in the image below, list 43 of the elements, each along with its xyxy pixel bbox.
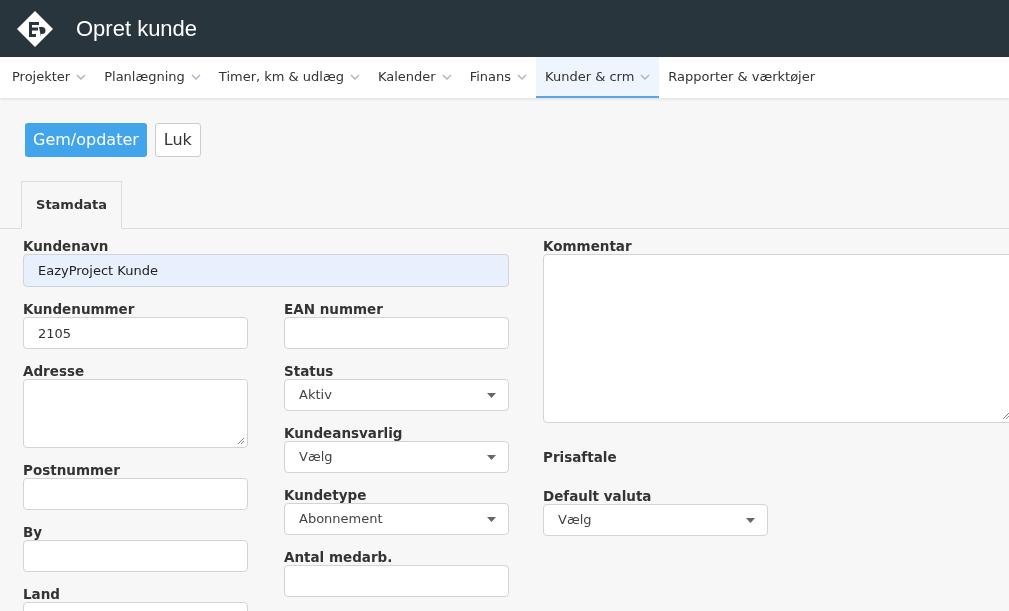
close-button[interactable]: Luk bbox=[154, 123, 201, 157]
nav-menu-item[interactable]: Kalender bbox=[369, 57, 461, 98]
text-field[interactable]: 2105 bbox=[23, 317, 248, 349]
caret-icon bbox=[487, 516, 496, 522]
nav-menu-item[interactable]: Projekter bbox=[3, 57, 96, 98]
text-area[interactable] bbox=[543, 254, 1009, 423]
text-area[interactable] bbox=[23, 379, 248, 448]
nav-menu-item[interactable]: Rapporter & værktøjer bbox=[659, 57, 825, 98]
field-label: Default valuta bbox=[543, 487, 653, 505]
field-label: Land bbox=[23, 585, 61, 603]
field-label: Kundenummer bbox=[23, 300, 136, 318]
nav-menu-item[interactable]: Kunder & crm bbox=[536, 57, 660, 98]
nav-menu-item[interactable]: Planlægning bbox=[95, 57, 210, 98]
select-dropdown[interactable]: Abonnement bbox=[284, 503, 509, 535]
text-field[interactable] bbox=[23, 540, 248, 572]
logo-icon bbox=[16, 9, 54, 48]
field-label: Kundeansvarlig bbox=[284, 424, 404, 442]
field-label: Prisaftale bbox=[543, 448, 618, 466]
caret-icon bbox=[487, 454, 496, 460]
resize-grip-icon bbox=[1002, 412, 1009, 420]
field-label: Kommentar bbox=[543, 237, 633, 255]
tab[interactable]: Stamdata bbox=[21, 181, 122, 229]
caret-icon bbox=[487, 392, 496, 398]
nav-menu-item[interactable]: Finans bbox=[460, 57, 537, 98]
select-dropdown[interactable]: Vælg bbox=[543, 504, 768, 536]
field-label: EAN nummer bbox=[284, 300, 384, 318]
field-label: Adresse bbox=[23, 362, 86, 380]
select-dropdown[interactable]: Vælg bbox=[284, 441, 509, 473]
text-field[interactable] bbox=[284, 565, 509, 597]
caret-icon bbox=[746, 517, 755, 523]
field-label: Status bbox=[284, 362, 335, 380]
field-label: Kundetype bbox=[284, 486, 368, 504]
text-field[interactable] bbox=[284, 317, 509, 349]
resize-grip-icon bbox=[237, 437, 245, 445]
field-label: By bbox=[23, 523, 44, 541]
select-dropdown[interactable]: Aktiv bbox=[284, 379, 509, 411]
text-field[interactable] bbox=[23, 478, 248, 510]
field-label: Antal medarb. bbox=[284, 548, 394, 566]
text-field[interactable]: EazyProject Kunde bbox=[23, 254, 509, 287]
field-label: Postnummer bbox=[23, 461, 121, 479]
field-label: Kundenavn bbox=[23, 237, 110, 255]
page-title: Opret kunde bbox=[76, 15, 198, 43]
nav-menu-item[interactable]: Timer, km & udlæg bbox=[209, 57, 369, 98]
